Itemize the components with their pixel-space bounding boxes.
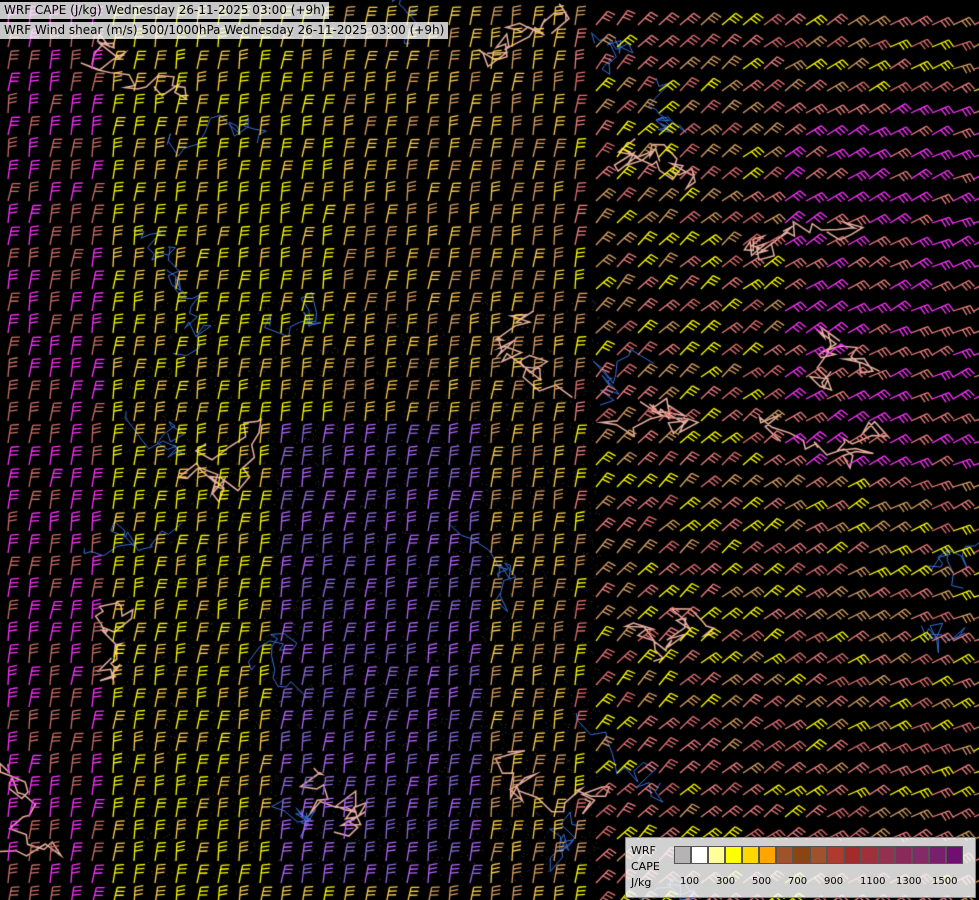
legend-swatch	[742, 846, 759, 864]
legend-color-scale	[674, 846, 963, 864]
legend-ticks: 100 300 500 700 900 1100 1300 1500	[674, 876, 974, 888]
legend-tick-label: 1100	[860, 876, 886, 887]
legend-swatch	[776, 846, 793, 864]
legend-tick-label: 500	[752, 876, 772, 887]
legend-swatch	[946, 846, 963, 864]
map-canvas	[0, 0, 979, 900]
legend-swatch	[759, 846, 776, 864]
legend-swatch	[691, 846, 708, 864]
legend-swatch	[793, 846, 810, 864]
legend-var-label: CAPE	[631, 860, 660, 873]
legend-swatch	[674, 846, 691, 864]
cape-legend: WRF CAPE J/kg 100 300 500 700 900 1100 1300 150…	[625, 837, 976, 898]
legend-swatch	[844, 846, 861, 864]
legend-unit-label: J/kg	[631, 876, 652, 889]
map-title-wind-shear: WRF Wind shear (m/s) 500/1000hPa Wednesd…	[0, 22, 449, 39]
legend-swatch	[878, 846, 895, 864]
legend-swatch	[827, 846, 844, 864]
legend-tick-label: 300	[716, 876, 736, 887]
legend-swatch	[912, 846, 929, 864]
legend-tick-label: 100	[680, 876, 700, 887]
legend-swatch	[861, 846, 878, 864]
map-title-cape: WRF CAPE (J/kg) Wednesday 26-11-2025 03:…	[0, 2, 330, 19]
legend-model-label: WRF	[631, 844, 656, 857]
legend-tick-label: 900	[824, 876, 844, 887]
legend-swatch	[895, 846, 912, 864]
legend-swatch	[929, 846, 946, 864]
legend-swatch	[725, 846, 742, 864]
legend-tick-label: 700	[788, 876, 808, 887]
legend-tick-label: 1300	[896, 876, 922, 887]
legend-swatch	[708, 846, 725, 864]
legend-tick-label: 1500	[932, 876, 958, 887]
legend-swatch	[810, 846, 827, 864]
